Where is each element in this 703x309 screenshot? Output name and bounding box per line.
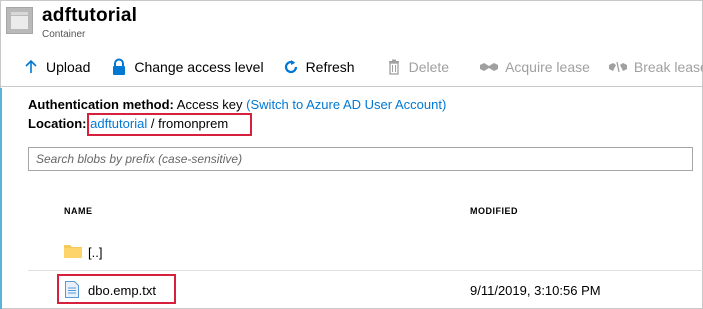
search-input[interactable] — [28, 147, 693, 171]
toolbar: Upload Change access level Refresh Delet… — [0, 47, 703, 87]
column-header-name[interactable]: NAME — [64, 206, 93, 216]
left-accent-bar — [0, 88, 2, 309]
page-title: adftutorial — [42, 5, 138, 26]
refresh-button[interactable]: Refresh — [278, 47, 361, 87]
switch-auth-link[interactable]: (Switch to Azure AD User Account) — [246, 97, 446, 112]
break-lease-icon — [608, 58, 628, 76]
break-lease-label: Break lease — [633, 58, 703, 75]
auth-method-line: Authentication method: Access key (Switc… — [28, 97, 446, 112]
handshake-icon — [479, 58, 499, 76]
auth-method-value: Access key — [176, 97, 243, 112]
refresh-icon — [282, 58, 300, 76]
column-header-modified[interactable]: MODIFIED — [470, 206, 518, 216]
upload-label: Upload — [46, 58, 91, 75]
refresh-label: Refresh — [305, 58, 355, 75]
delete-button[interactable]: Delete — [381, 47, 455, 87]
row-name: [..] — [88, 245, 103, 260]
trash-icon — [385, 58, 403, 76]
delete-label: Delete — [408, 58, 450, 75]
upload-button[interactable]: Upload — [18, 47, 96, 87]
location-label: Location: — [28, 116, 87, 131]
location-highlight-box — [87, 113, 252, 136]
change-access-level-label: Change access level — [134, 58, 264, 75]
file-highlight-box — [57, 274, 176, 304]
upload-icon — [22, 58, 40, 76]
acquire-lease-label: Acquire lease — [505, 58, 590, 75]
auth-method-label: Authentication method: — [28, 97, 174, 112]
acquire-lease-button[interactable]: Acquire lease — [475, 47, 596, 87]
break-lease-button[interactable]: Break lease — [604, 47, 703, 87]
container-icon — [6, 7, 33, 34]
row-modified: 9/11/2019, 3:10:56 PM — [470, 283, 601, 298]
page-subtitle: Container — [42, 29, 86, 40]
change-access-level-button[interactable]: Change access level — [106, 47, 269, 87]
folder-icon — [64, 243, 82, 263]
table-row[interactable]: [..] — [28, 234, 703, 271]
lock-icon — [110, 58, 128, 76]
blade-header: adftutorial Container — [0, 0, 703, 46]
